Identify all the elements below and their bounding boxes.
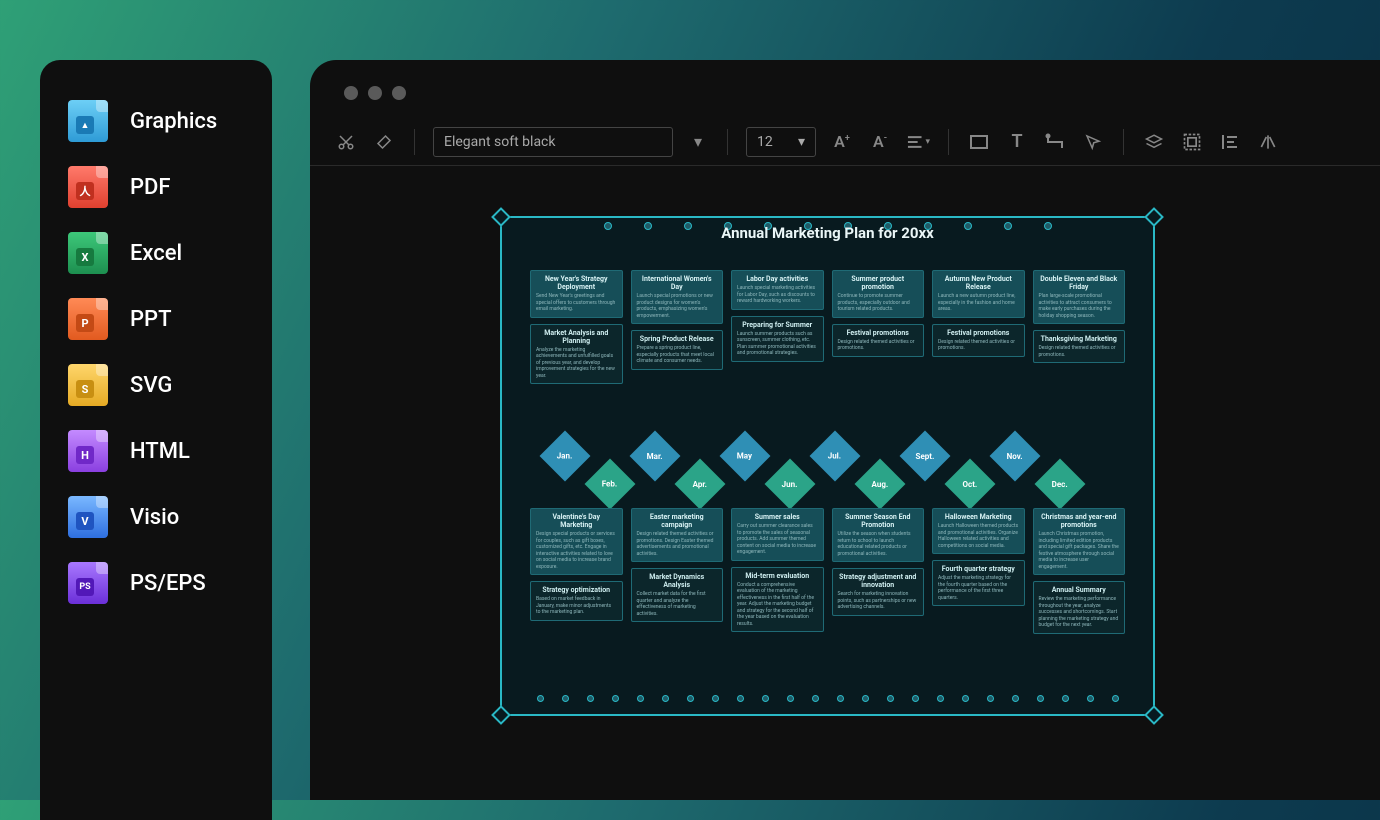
plan-card[interactable]: Labor Day activitiesLaunch special marke…	[731, 270, 824, 310]
format-painter-icon[interactable]	[372, 130, 396, 154]
plan-card[interactable]: Annual SummaryReview the marketing perfo…	[1033, 581, 1126, 634]
plan-card[interactable]: Mid-term evaluationConduct a comprehensi…	[731, 567, 824, 633]
toolbar: Elegant soft black ▾ 12▾ A+ A- ▾ T	[310, 118, 1380, 166]
svg-icon: S	[68, 364, 108, 406]
plan-card[interactable]: Festival promotionsDesign related themed…	[832, 324, 925, 357]
chevron-down-icon: ▾	[798, 134, 805, 150]
plan-card[interactable]: Market Dynamics AnalysisCollect market d…	[631, 568, 724, 622]
window-dot[interactable]	[344, 86, 358, 100]
plan-card[interactable]: Strategy optimizationBased on market fee…	[530, 581, 623, 621]
plan-card[interactable]: Strategy adjustment and innovationSearch…	[832, 568, 925, 616]
cards-bottom: Valentine's Day MarketingDesign special …	[530, 508, 1125, 634]
window-dot[interactable]	[368, 86, 382, 100]
plan-card[interactable]: Autumn New Product ReleaseLaunch a new a…	[932, 270, 1025, 318]
export-label: Graphics	[130, 109, 217, 134]
window-controls	[310, 60, 1380, 118]
export-label: Visio	[130, 505, 179, 530]
align-icon[interactable]: ▾	[906, 130, 930, 154]
separator	[727, 129, 728, 155]
separator	[948, 129, 949, 155]
plan-card[interactable]: International Women's DayLaunch special …	[631, 270, 724, 324]
plan-card[interactable]: Summer product promotionContinue to prom…	[832, 270, 925, 318]
export-graphics[interactable]: ▲ Graphics	[40, 88, 272, 154]
export-label: PS/EPS	[130, 571, 206, 596]
plan-card[interactable]: Spring Product ReleasePrepare a spring p…	[631, 330, 724, 370]
export-sidebar: ▲ Graphics 人 PDF X Excel P PPT S SVG H H…	[40, 60, 272, 820]
export-label: PPT	[130, 307, 172, 332]
export-label: SVG	[130, 373, 172, 398]
ppt-icon: P	[68, 298, 108, 340]
export-pdf[interactable]: 人 PDF	[40, 154, 272, 220]
align-left-icon[interactable]	[1218, 130, 1242, 154]
flip-icon[interactable]	[1256, 130, 1280, 154]
separator	[414, 129, 415, 155]
diagram-title: Annual Marketing Plan for 20xx	[502, 216, 1153, 244]
plan-card[interactable]: Thanksgiving MarketingDesign related the…	[1033, 330, 1126, 363]
layers-icon[interactable]	[1142, 130, 1166, 154]
plan-card[interactable]: Festival promotionsDesign related themed…	[932, 324, 1025, 357]
cursor-icon[interactable]	[1081, 130, 1105, 154]
shape-rect-icon[interactable]	[967, 130, 991, 154]
excel-icon: X	[68, 232, 108, 274]
plan-card[interactable]: Easter marketing campaignDesign related …	[631, 508, 724, 562]
plan-card[interactable]: New Year's Strategy DeploymentSend New Y…	[530, 270, 623, 318]
plan-card[interactable]: Christmas and year-end promotionsLaunch …	[1033, 508, 1126, 575]
export-label: HTML	[130, 439, 190, 464]
plan-card[interactable]: Fourth quarter strategyAdjust the market…	[932, 560, 1025, 606]
export-svg[interactable]: S SVG	[40, 352, 272, 418]
group-icon[interactable]	[1180, 130, 1204, 154]
plan-card[interactable]: Summer Season End PromotionUtilize the s…	[832, 508, 925, 562]
pdf-icon: 人	[68, 166, 108, 208]
graphics-icon: ▲	[68, 100, 108, 142]
plan-card[interactable]: Halloween MarketingLaunch Halloween them…	[932, 508, 1025, 554]
editor-window: Elegant soft black ▾ 12▾ A+ A- ▾ T	[310, 60, 1380, 800]
diagram-frame[interactable]: Annual Marketing Plan for 20xx New Year'…	[500, 216, 1155, 716]
connector-icon[interactable]	[1043, 130, 1067, 154]
visio-icon: V	[68, 496, 108, 538]
export-visio[interactable]: V Visio	[40, 484, 272, 550]
month-timeline: Jan. Feb. Mar. Apr. May Jun. Jul. Aug. S…	[532, 438, 1123, 498]
window-dot[interactable]	[392, 86, 406, 100]
canvas[interactable]: Annual Marketing Plan for 20xx New Year'…	[310, 166, 1380, 716]
corner-handle[interactable]	[491, 705, 511, 725]
plan-card[interactable]: Valentine's Day MarketingDesign special …	[530, 508, 623, 575]
plan-card[interactable]: Market Analysis and PlanningAnalyze the …	[530, 324, 623, 385]
cut-icon[interactable]	[334, 130, 358, 154]
export-html[interactable]: H HTML	[40, 418, 272, 484]
plan-card[interactable]: Preparing for SummerLaunch summer produc…	[731, 316, 824, 362]
export-label: Excel	[130, 241, 182, 266]
plan-card[interactable]: Summer salesCarry out summer clearance s…	[731, 508, 824, 561]
theme-selector[interactable]: Elegant soft black	[433, 127, 673, 157]
html-icon: H	[68, 430, 108, 472]
font-increase-icon[interactable]: A+	[830, 130, 854, 154]
text-icon[interactable]: T	[1005, 130, 1029, 154]
footer-dots	[502, 691, 1153, 706]
font-decrease-icon[interactable]: A-	[868, 130, 892, 154]
export-ps-eps[interactable]: PS PS/EPS	[40, 550, 272, 616]
export-ppt[interactable]: P PPT	[40, 286, 272, 352]
separator	[1123, 129, 1124, 155]
plan-card[interactable]: Double Eleven and Black FridayPlan large…	[1033, 270, 1126, 324]
export-label: PDF	[130, 175, 171, 200]
cards-top: New Year's Strategy DeploymentSend New Y…	[530, 270, 1125, 384]
font-size-selector[interactable]: 12▾	[746, 127, 816, 157]
ps-icon: PS	[68, 562, 108, 604]
corner-handle[interactable]	[1144, 705, 1164, 725]
theme-dropdown-icon[interactable]: ▾	[687, 127, 709, 157]
export-excel[interactable]: X Excel	[40, 220, 272, 286]
